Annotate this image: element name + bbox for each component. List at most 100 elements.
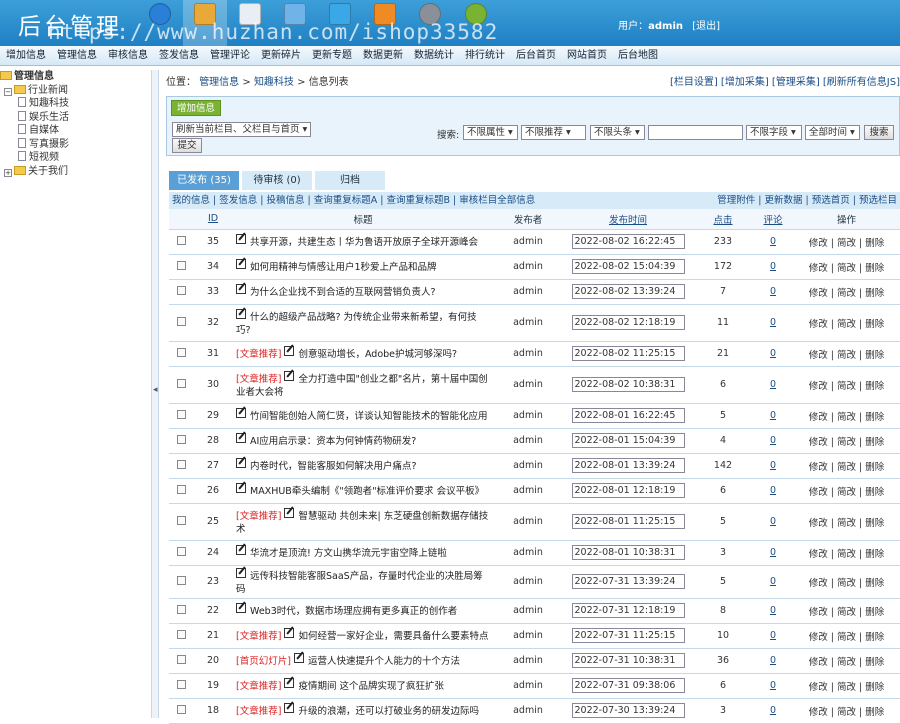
row-checkbox[interactable] [176, 409, 186, 419]
row-time-input[interactable]: 2022-07-31 12:18:19 [571, 603, 685, 618]
tree-item-child[interactable]: 娱乐生活 [0, 110, 150, 125]
edit-icon[interactable] [236, 545, 246, 555]
edit-icon[interactable] [284, 507, 295, 518]
row-time-input[interactable]: 2022-08-02 11:25:15 [571, 346, 685, 361]
row-checkbox[interactable] [176, 575, 186, 585]
row-comments[interactable]: 0 [770, 680, 776, 691]
row-checkbox[interactable] [176, 704, 186, 714]
nav-item[interactable]: 增加信息 [1, 46, 51, 66]
row-title[interactable]: 竹间智能创始人简仁贤，详谈认知智能技术的智能化应用 [250, 411, 488, 422]
row-checkbox[interactable] [176, 235, 186, 245]
action-links-right[interactable]: 管理附件 | 更新数据 | 预选首页 | 预选栏目 [717, 192, 897, 209]
edit-icon[interactable] [236, 567, 246, 578]
row-ops[interactable]: 修改 | 简改 | 删除 [793, 403, 900, 429]
crumb-manage[interactable]: 管理信息 [199, 77, 239, 88]
col-id[interactable]: ID [193, 209, 233, 230]
row-title[interactable]: 创意驱动增长，Adobe护城河够深吗? [298, 349, 457, 360]
edit-icon[interactable] [284, 678, 295, 688]
row-comments[interactable]: 0 [770, 286, 776, 297]
tree-root[interactable]: 管理信息 [0, 70, 150, 84]
time-select[interactable]: 全部时间 ▾ [805, 125, 860, 140]
field-select[interactable]: 不限字段 ▾ [746, 125, 802, 140]
row-comments[interactable]: 0 [770, 236, 776, 247]
row-comments[interactable]: 0 [770, 410, 776, 421]
row-checkbox[interactable] [176, 546, 186, 556]
row-time-input[interactable]: 2022-08-01 13:39:24 [571, 458, 685, 473]
attr-filter-select[interactable]: 不限属性 ▾ [463, 125, 518, 140]
row-checkbox[interactable] [176, 654, 186, 664]
collapse-arrow-icon[interactable]: ◂ [153, 385, 158, 395]
row-comments[interactable]: 0 [770, 435, 776, 446]
nav-item[interactable]: 网站首页 [562, 46, 612, 66]
nav-item[interactable]: 管理信息 [52, 46, 102, 66]
row-checkbox[interactable] [176, 378, 186, 388]
row-title[interactable]: 内卷时代，智能客服如何解决用户痛点? [250, 461, 417, 472]
row-comments[interactable]: 0 [770, 516, 776, 527]
row-ops[interactable]: 修改 | 简改 | 删除 [793, 503, 900, 541]
row-comments[interactable]: 0 [770, 576, 776, 587]
row-time-input[interactable]: 2022-08-02 15:04:39 [571, 259, 685, 274]
edit-icon[interactable] [236, 259, 246, 269]
row-time-input[interactable]: 2022-08-02 10:38:31 [571, 377, 685, 392]
row-time-input[interactable]: 2022-08-02 13:39:24 [571, 284, 685, 299]
row-ops[interactable]: 修改 | 简改 | 删除 [793, 623, 900, 649]
col-hits[interactable]: 点击 [693, 209, 753, 230]
col-time[interactable]: 发布时间 [563, 209, 693, 230]
tree-item-child[interactable]: 自媒体 [0, 124, 150, 138]
edit-icon[interactable] [284, 370, 295, 381]
row-comments[interactable]: 0 [770, 261, 776, 272]
row-time-input[interactable]: 2022-08-01 11:25:15 [571, 514, 685, 529]
row-ops[interactable]: 修改 | 简改 | 删除 [793, 279, 900, 305]
search-input[interactable] [648, 125, 743, 140]
tree-item-child[interactable]: 知趣科技 [0, 97, 150, 111]
row-ops[interactable]: 修改 | 简改 | 删除 [793, 698, 900, 724]
sidebar-splitter[interactable]: ◂ [151, 70, 159, 718]
row-ops[interactable]: 修改 | 简改 | 删除 [793, 453, 900, 479]
row-ops[interactable]: 修改 | 简改 | 删除 [793, 598, 900, 624]
row-comments[interactable]: 0 [770, 630, 776, 641]
tab-pending[interactable]: 待审核 (0) [242, 171, 312, 190]
row-ops[interactable]: 修改 | 简改 | 删除 [793, 648, 900, 674]
row-comments[interactable]: 0 [770, 547, 776, 558]
row-time-input[interactable]: 2022-07-31 10:38:31 [571, 653, 685, 668]
nav-item[interactable]: 数据更新 [358, 46, 408, 66]
row-ops[interactable]: 修改 | 简改 | 删除 [793, 229, 900, 255]
edit-icon[interactable] [236, 284, 246, 294]
row-time-input[interactable]: 2022-07-31 13:39:24 [571, 574, 685, 589]
row-title[interactable]: MAXHUB牵头编制《"领跑者"标准评价要求 会议平板》 [250, 486, 484, 497]
row-checkbox[interactable] [176, 260, 186, 270]
tab-published[interactable]: 已发布 (35) [169, 171, 239, 190]
row-checkbox[interactable] [176, 679, 186, 689]
row-title[interactable]: 疫情期间 这个品牌实现了疯狂扩张 [298, 681, 444, 692]
logout-link[interactable]: [退出] [692, 21, 720, 32]
edit-icon[interactable] [236, 408, 246, 418]
nav-item[interactable]: 管理评论 [205, 46, 255, 66]
row-checkbox[interactable] [176, 316, 186, 326]
row-comments[interactable]: 0 [770, 379, 776, 390]
row-time-input[interactable]: 2022-08-02 16:22:45 [571, 234, 685, 249]
row-comments[interactable]: 0 [770, 485, 776, 496]
col-comments[interactable]: 评论 [753, 209, 793, 230]
edit-icon[interactable] [236, 308, 246, 319]
search-button[interactable]: 搜索 [864, 125, 894, 140]
row-checkbox[interactable] [176, 434, 186, 444]
row-ops[interactable]: 修改 | 简改 | 删除 [793, 341, 900, 367]
headline-filter-select[interactable]: 不限头条 ▾ [590, 125, 645, 140]
row-checkbox[interactable] [176, 484, 186, 494]
row-time-input[interactable]: 2022-08-01 10:38:31 [571, 545, 685, 560]
row-title[interactable]: 什么的超级产品战略? 为传统企业带来新希望，有何技巧? [236, 312, 477, 336]
row-title[interactable]: AI应用启示录：资本为何钟情药物研发? [250, 436, 416, 447]
row-title[interactable]: 为什么企业找不到合适的互联网营销负责人? [250, 287, 436, 298]
crumb-category[interactable]: 知趣科技 [254, 77, 294, 88]
row-ops[interactable]: 修改 | 简改 | 删除 [793, 254, 900, 280]
row-time-input[interactable]: 2022-08-02 12:18:19 [571, 315, 685, 330]
nav-item[interactable]: 数据统计 [409, 46, 459, 66]
add-info-button[interactable]: 增加信息 [171, 100, 222, 116]
row-checkbox[interactable] [176, 347, 186, 357]
nav-item[interactable]: 后台首页 [511, 46, 561, 66]
submit-button[interactable]: 提交 [172, 138, 202, 153]
nav-item[interactable]: 后台地图 [613, 46, 663, 66]
action-links-left[interactable]: 我的信息 | 签发信息 | 投稿信息 | 查询重复标题A | 查询重复标题B |… [172, 192, 535, 209]
row-title[interactable]: Web3时代，数据市场理应拥有更多真正的创作者 [250, 606, 457, 617]
nav-item[interactable]: 签发信息 [154, 46, 204, 66]
